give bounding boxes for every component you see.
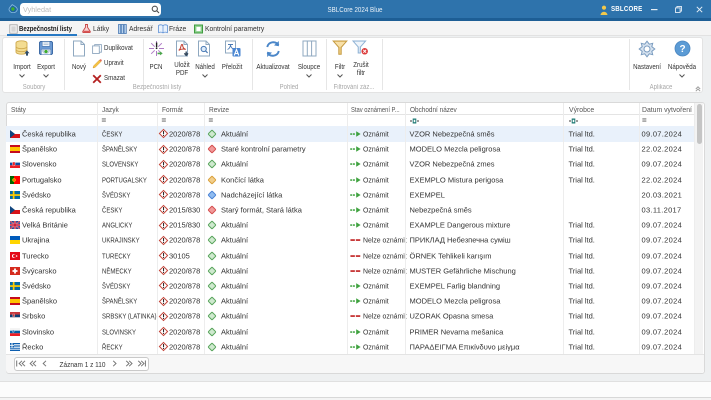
svg-text:?: ?: [679, 44, 685, 55]
